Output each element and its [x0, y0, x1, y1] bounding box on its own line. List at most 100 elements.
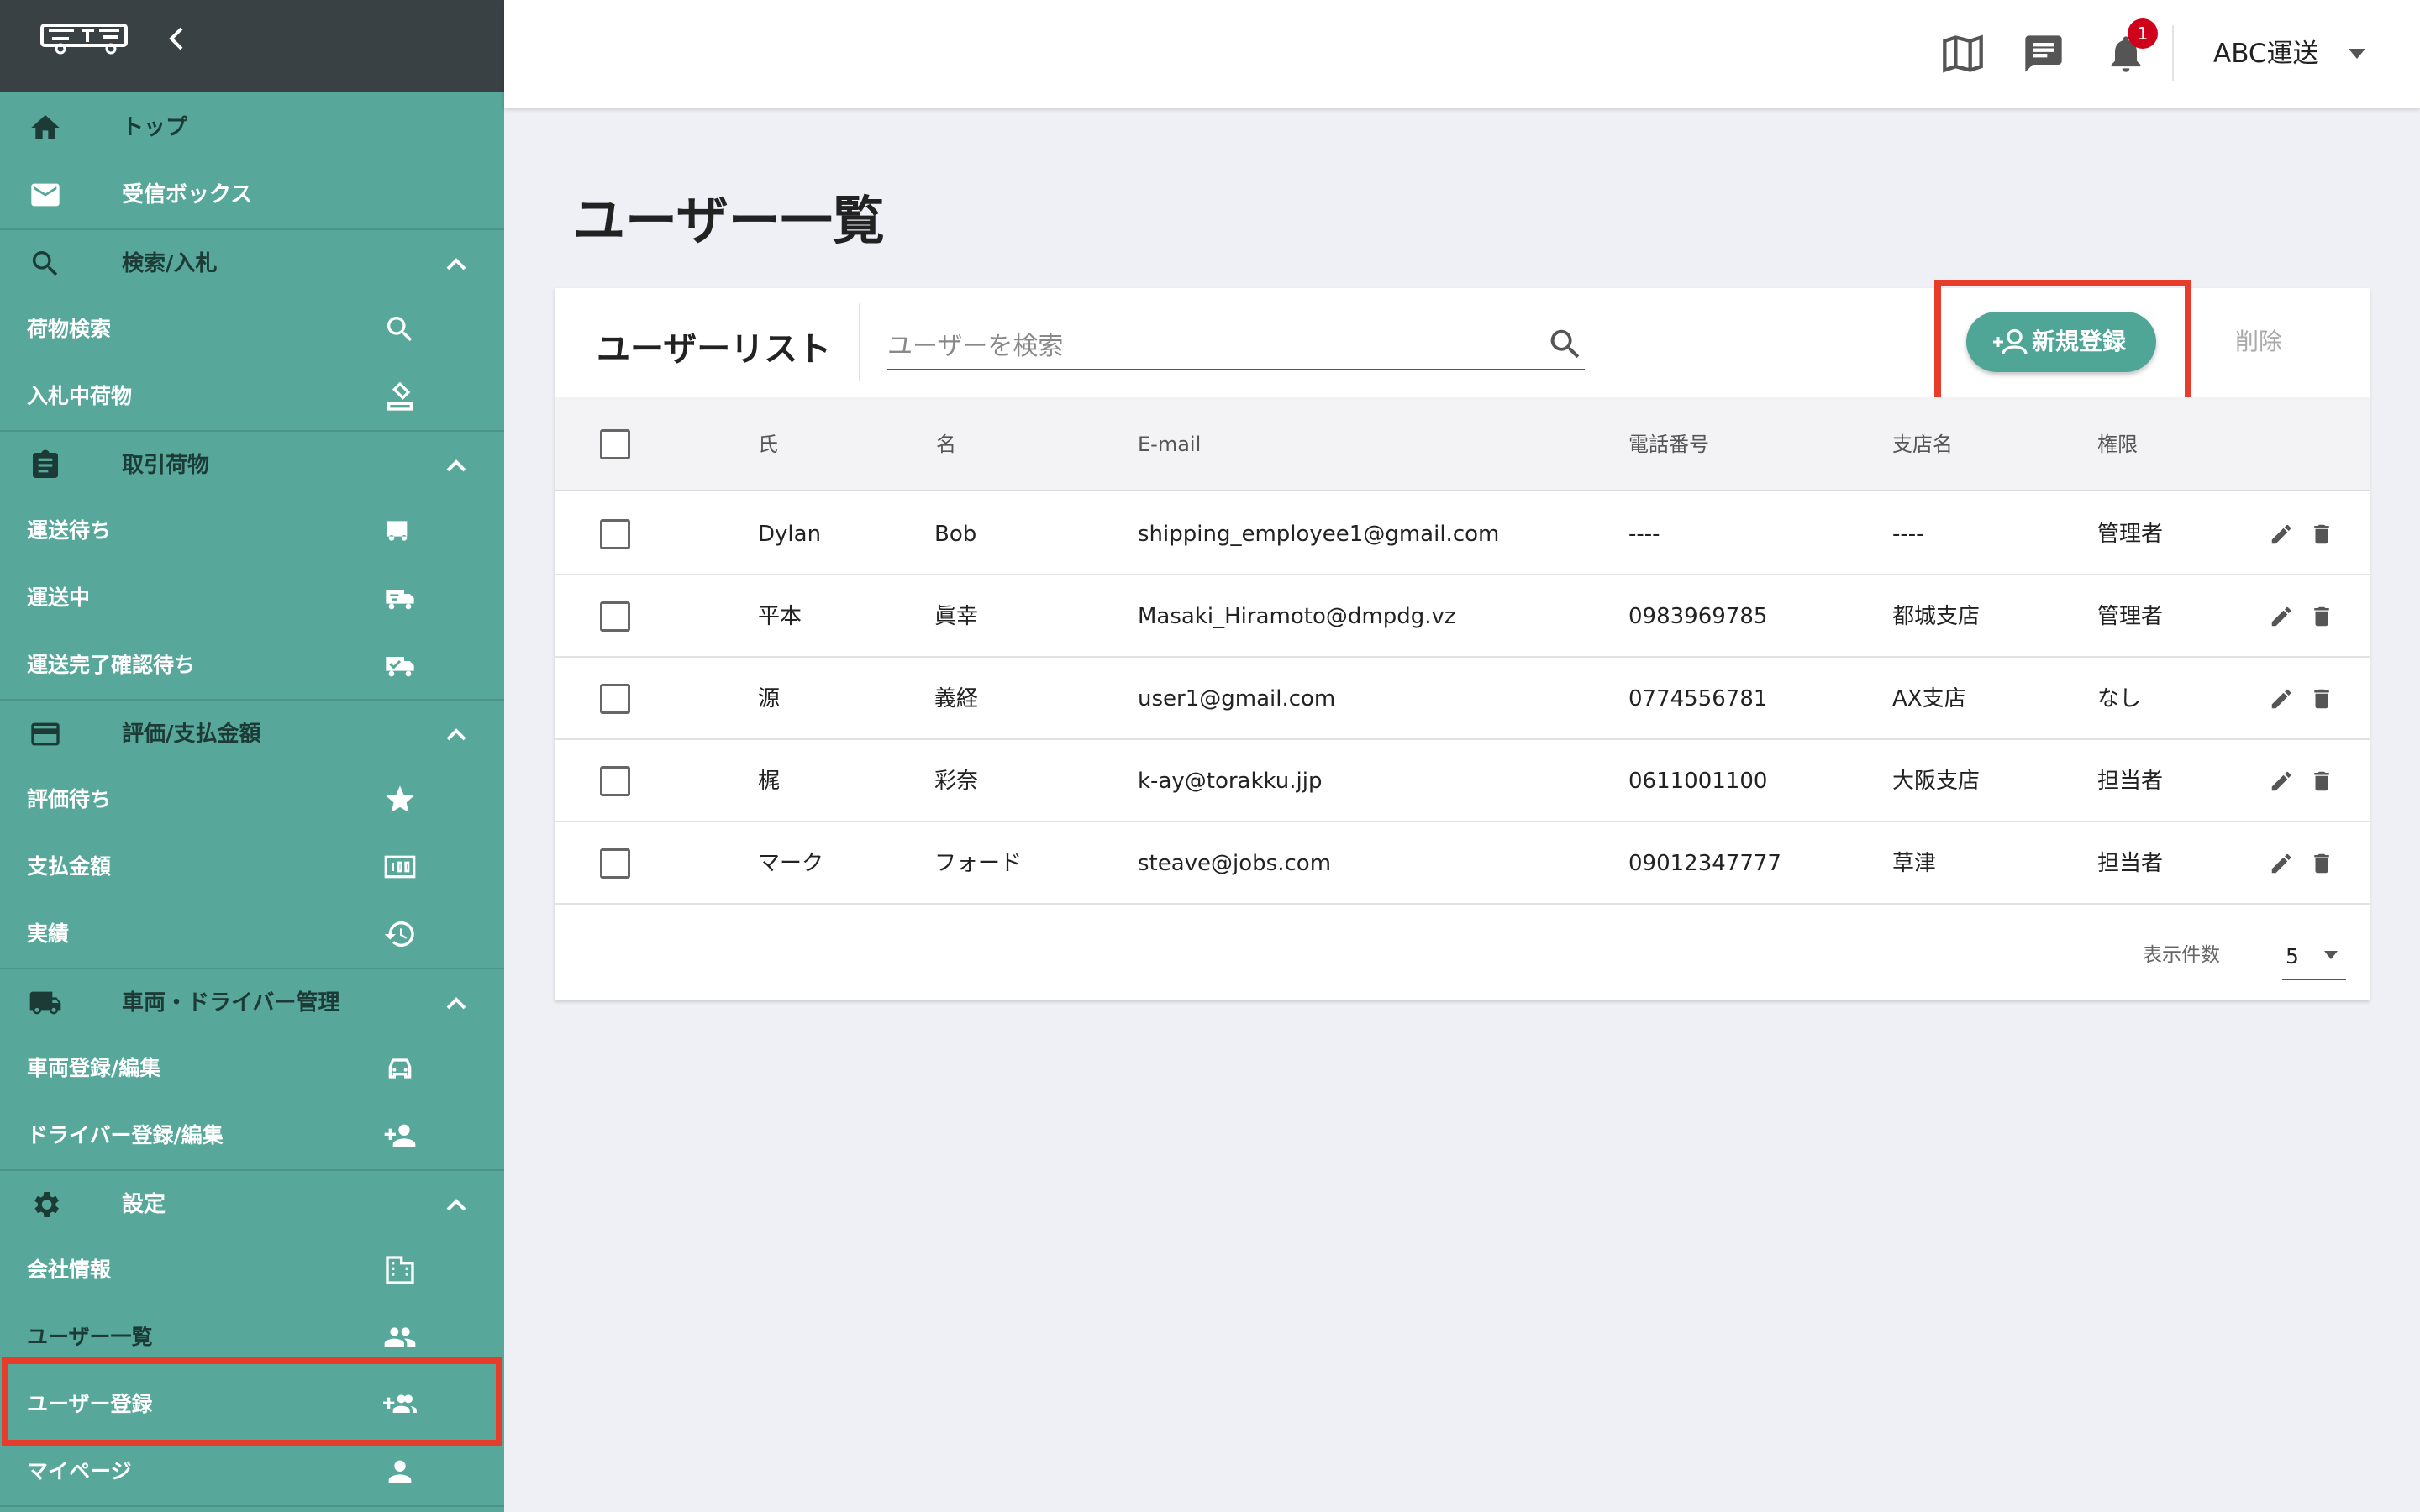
divider — [0, 1505, 504, 1507]
company-menu[interactable]: ABC運送 — [2213, 34, 2319, 74]
sidebar-item-label: 支払金額 — [27, 854, 112, 879]
cell-first-name: Bob — [934, 522, 977, 547]
home-icon — [31, 115, 60, 139]
sidebar-item-label: トップ — [122, 115, 188, 140]
column-header-branch[interactable]: 支店名 — [1892, 397, 1953, 491]
sidebar-group-rating-payment[interactable]: 評価/支払金額 — [0, 701, 504, 768]
sidebar-group-deals[interactable]: 取引荷物 — [0, 432, 504, 499]
cell-email: steave@jobs.com — [1138, 851, 1332, 876]
sidebar-group-label: 検索/入札 — [122, 251, 218, 276]
row-checkbox[interactable] — [600, 684, 630, 714]
edit-icon[interactable] — [2269, 851, 2294, 876]
delete-icon[interactable] — [2309, 604, 2334, 629]
sidebar-item-label: 運送中 — [27, 585, 91, 610]
sidebar-item-cargo-search[interactable]: 荷物検索 — [0, 296, 504, 363]
cell-last-name: 源 — [758, 686, 781, 711]
cell-email: Masaki_Hiramoto@dmpdg.vz — [1138, 604, 1456, 629]
divider — [2172, 25, 2174, 81]
sidebar-item-inbox[interactable]: 受信ボックス — [0, 161, 504, 228]
caret-down-icon[interactable] — [2347, 45, 2367, 62]
sidebar-item-in-transit[interactable]: 運送中 — [0, 564, 504, 632]
credit-card-icon — [31, 722, 60, 746]
table-row[interactable]: 平本 眞幸 Masaki_Hiramoto@dmpdg.vz 098396978… — [555, 575, 2370, 658]
truck-check-icon — [386, 657, 414, 677]
card-title: ユーザーリスト — [597, 330, 832, 369]
sidebar-item-vehicle-edit[interactable]: 車両登録/編集 — [0, 1035, 504, 1102]
money-icon — [384, 855, 416, 879]
manual-book-icon[interactable] — [1941, 32, 1985, 76]
delete-icon[interactable] — [2309, 686, 2334, 711]
column-header-phone[interactable]: 電話番号 — [1628, 397, 1709, 491]
row-checkbox[interactable] — [600, 519, 630, 549]
chevron-up-icon — [446, 728, 466, 741]
edit-icon[interactable] — [2269, 686, 2294, 711]
search-input[interactable] — [887, 323, 1585, 370]
sidebar-group-settings[interactable]: 設定 — [0, 1171, 504, 1238]
column-header-last-name[interactable]: 氏 — [758, 397, 778, 491]
cell-first-name: フォード — [934, 851, 1023, 876]
new-register-button[interactable]: 新規登録 — [1966, 312, 2156, 372]
sidebar-item-label: ドライバー登録/編集 — [27, 1123, 224, 1147]
sidebar-collapse-button[interactable] — [165, 24, 188, 54]
cell-role: 担当者 — [2097, 851, 2164, 876]
rows-per-page-select[interactable]: 5 — [2282, 933, 2346, 980]
search-icon — [32, 251, 58, 276]
building-icon — [386, 1256, 414, 1284]
row-checkbox[interactable] — [600, 848, 630, 879]
delete-icon[interactable] — [2309, 522, 2334, 547]
truck-icon — [387, 521, 408, 541]
sidebar-item-label: 入札中荷物 — [27, 384, 133, 408]
column-header-email[interactable]: E-mail — [1138, 397, 1201, 491]
page-title: ユーザー一覧 — [573, 190, 885, 251]
sidebar-item-awaiting-transport[interactable]: 運送待ち — [0, 497, 504, 564]
person-add-icon — [1993, 328, 2028, 355]
column-header-role[interactable]: 権限 — [2097, 397, 2138, 491]
sidebar-group-vehicle-driver[interactable]: 車両・ドライバー管理 — [0, 969, 504, 1037]
new-register-label: 新規登録 — [2032, 328, 2127, 355]
sidebar-item-bidding-cargo[interactable]: 入札中荷物 — [0, 363, 504, 430]
table-row[interactable]: 源 義経 user1@gmail.com 0774556781 AX支店 なし — [555, 658, 2370, 740]
delete-icon[interactable] — [2309, 851, 2334, 876]
table-header: 氏 名 E-mail 電話番号 支店名 権限 — [555, 397, 2370, 491]
cell-last-name: マーク — [758, 851, 824, 876]
edit-icon[interactable] — [2269, 522, 2294, 547]
row-checkbox[interactable] — [600, 601, 630, 632]
cell-branch: AX支店 — [1892, 686, 1966, 711]
cell-last-name: Dylan — [758, 522, 822, 547]
sidebar-group-search[interactable]: 検索/入札 — [0, 230, 504, 297]
star-icon — [386, 785, 414, 812]
sidebar-item-payment-amount[interactable]: 支払金額 — [0, 833, 504, 900]
sidebar-item-rating-pending[interactable]: 評価待ち — [0, 766, 504, 833]
sidebar-item-driver-edit[interactable]: ドライバー登録/編集 — [0, 1102, 504, 1169]
row-checkbox[interactable] — [600, 766, 630, 796]
sidebar-group-label: 取引荷物 — [122, 453, 210, 478]
select-all-checkbox[interactable] — [600, 429, 630, 459]
user-list-card: ユーザーリスト 新規登録 削除 氏 名 E-mail 電話番号 支店名 権限 D… — [555, 280, 2370, 1000]
cell-first-name: 義経 — [934, 686, 979, 711]
cell-phone: 0611001100 — [1628, 769, 1768, 794]
sidebar-item-completion-pending[interactable]: 運送完了確認待ち — [0, 632, 504, 699]
table-row[interactable]: マーク フォード steave@jobs.com 09012347777 草津 … — [555, 822, 2370, 905]
sidebar-item-label: 実績 — [27, 921, 70, 946]
delete-icon[interactable] — [2309, 769, 2334, 794]
cell-last-name: 平本 — [758, 604, 802, 629]
delete-button[interactable]: 削除 — [2235, 322, 2282, 362]
sidebar-item-my-page[interactable]: マイページ — [0, 1438, 504, 1505]
edit-icon[interactable] — [2269, 604, 2294, 629]
column-header-first-name[interactable]: 名 — [936, 397, 956, 491]
cell-branch: 大阪支店 — [1892, 769, 1981, 794]
edit-icon[interactable] — [2269, 769, 2294, 794]
chevron-up-icon — [446, 997, 466, 1010]
person-icon — [388, 1460, 412, 1483]
table-row[interactable]: Dylan Bob shipping_employee1@gmail.com -… — [555, 493, 2370, 575]
divider — [859, 303, 860, 381]
sidebar-item-label: 評価待ち — [27, 787, 112, 811]
search-icon[interactable] — [1546, 325, 1585, 364]
table-row[interactable]: 梶 彩奈 k-ay@torakku.jjp 0611001100 大阪支店 担当… — [555, 740, 2370, 822]
sidebar-item-company-info[interactable]: 会社情報 — [0, 1236, 504, 1304]
gavel-icon — [387, 381, 413, 411]
sidebar-item-results[interactable]: 実績 — [0, 900, 504, 968]
cell-phone: 0774556781 — [1628, 686, 1768, 711]
sidebar-item-top[interactable]: トップ — [0, 94, 504, 161]
chat-icon[interactable] — [2022, 32, 2065, 76]
